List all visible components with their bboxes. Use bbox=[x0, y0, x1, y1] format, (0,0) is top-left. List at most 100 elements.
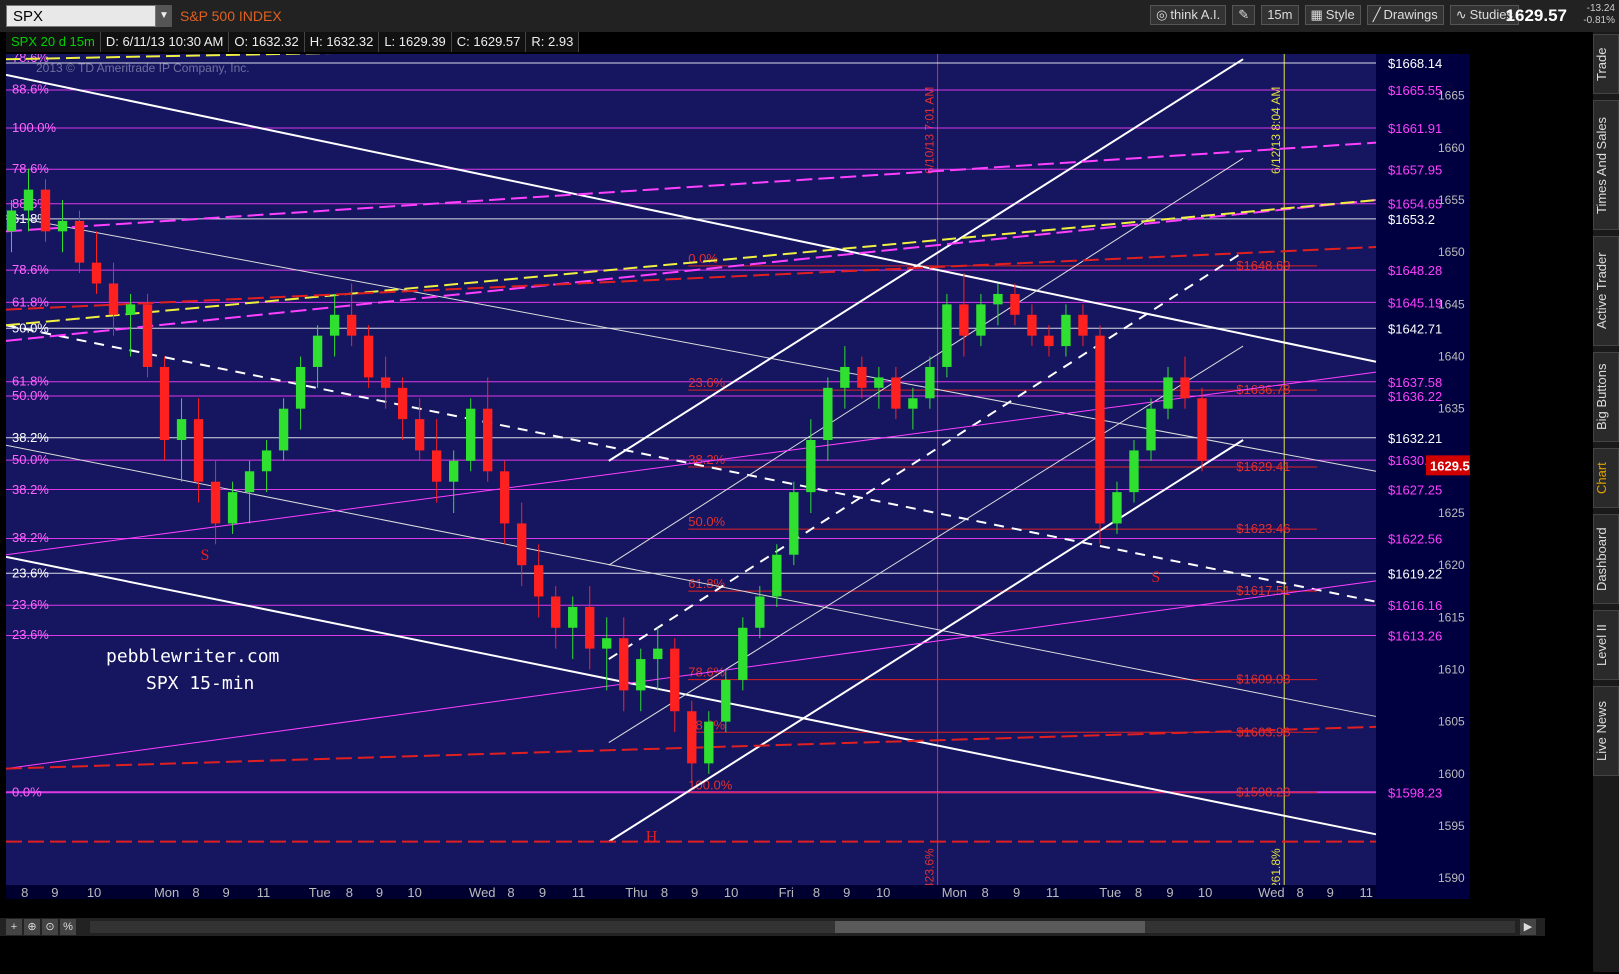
x-tick-label: 9 bbox=[222, 885, 229, 899]
scroll-track[interactable] bbox=[90, 921, 1515, 933]
scroll-right-icon[interactable]: ▶ bbox=[1520, 919, 1536, 935]
zoom-out-icon[interactable]: + bbox=[6, 919, 22, 935]
price-level-label: $1657.95 bbox=[1388, 162, 1442, 177]
tools-button[interactable]: ✎ bbox=[1232, 5, 1256, 25]
x-tick-label: 11 bbox=[257, 885, 271, 899]
pattern-label: H bbox=[646, 829, 658, 846]
fib-level-pct: 100.0% bbox=[688, 777, 733, 792]
ohlc-infobar: SPX 20 d 15m D: 6/11/13 10:30 AM O: 1632… bbox=[6, 32, 580, 52]
price-level-label: $1648.28 bbox=[1388, 263, 1442, 278]
candle-body bbox=[483, 408, 493, 472]
left-fib-label: 38.2% bbox=[12, 430, 49, 445]
candle-body bbox=[840, 366, 850, 388]
candle-body bbox=[23, 189, 34, 211]
sidetab-chart[interactable]: Chart bbox=[1593, 448, 1619, 508]
interval-button[interactable]: 15m bbox=[1261, 5, 1299, 25]
y-tick-label: 1645 bbox=[1438, 297, 1465, 311]
candle-body bbox=[1010, 293, 1020, 315]
candle-body bbox=[1112, 492, 1122, 524]
y-tick-label: 1640 bbox=[1438, 350, 1465, 364]
candle-body bbox=[108, 283, 119, 315]
x-tick-label: 9 bbox=[1166, 885, 1173, 899]
last-price: 1629.57 bbox=[1505, 6, 1567, 25]
x-tick-label: 9 bbox=[1327, 885, 1334, 899]
x-tick-label: Thu bbox=[625, 885, 647, 899]
symbol-dropdown-icon[interactable]: ▼ bbox=[156, 5, 172, 27]
percent-icon[interactable]: % bbox=[60, 919, 76, 935]
info-range: R: 2.93 bbox=[526, 32, 580, 52]
info-close: C: 1629.57 bbox=[452, 32, 527, 52]
sidetab-level-ii[interactable]: Level II bbox=[1593, 610, 1619, 680]
sidetab-trade[interactable]: Trade bbox=[1593, 34, 1619, 94]
sidetab-dashboard[interactable]: Dashboard bbox=[1593, 514, 1619, 604]
candle-body bbox=[704, 721, 714, 764]
candle-body bbox=[585, 606, 595, 649]
candle-body bbox=[244, 471, 255, 493]
candle-body bbox=[346, 314, 357, 336]
candle-body bbox=[363, 335, 374, 378]
price-level-label: $1632.21 bbox=[1388, 431, 1442, 446]
info-high: H: 1632.32 bbox=[305, 32, 380, 52]
chart-background bbox=[6, 54, 1470, 899]
pencil-icon: ╱ bbox=[1372, 7, 1381, 22]
y-tick-label: 1660 bbox=[1438, 141, 1465, 155]
x-tick-label: 8 bbox=[813, 885, 820, 899]
left-fib-label: 23.6% bbox=[12, 627, 49, 642]
y-tick-label: 1620 bbox=[1438, 558, 1465, 572]
copyright-text: 2013 © TD Ameritrade IP Company, Inc. bbox=[36, 61, 250, 75]
drawings-button[interactable]: ╱ Drawings bbox=[1366, 5, 1444, 25]
candle-body bbox=[823, 387, 833, 440]
pattern-label: S bbox=[201, 547, 210, 564]
x-tick-label: 11 bbox=[572, 885, 586, 899]
zoom-in-icon[interactable]: ⊕ bbox=[24, 919, 40, 935]
candle-body bbox=[721, 679, 731, 722]
candle-body bbox=[1163, 377, 1173, 409]
x-tick-label: 8 bbox=[507, 885, 514, 899]
price-chart[interactable]: 6/10/13 7:01 AM 423.6% 6/12/13 8:04 AM 261.… bbox=[5, 42, 1490, 900]
pattern-label: S bbox=[1151, 569, 1160, 586]
fib-level-pct: 0.0% bbox=[688, 251, 718, 266]
x-tick-label: Fri bbox=[779, 885, 794, 899]
candle-body bbox=[159, 366, 170, 440]
scroll-thumb[interactable] bbox=[835, 921, 1145, 933]
sidetab-times-and-sales[interactable]: Times And Sales bbox=[1593, 100, 1619, 230]
x-tick-label: 9 bbox=[1013, 885, 1020, 899]
candle-body bbox=[210, 481, 221, 524]
price-level-label: $1645.19 bbox=[1388, 295, 1442, 310]
candle-body bbox=[1061, 314, 1071, 347]
price-level-label: $1642.71 bbox=[1388, 321, 1442, 336]
candle-body bbox=[517, 523, 527, 566]
style-button[interactable]: ▦ Style bbox=[1304, 5, 1361, 25]
fib-level-price: $1598.23 bbox=[1236, 784, 1290, 799]
watermark-site: pebblewriter.com bbox=[106, 646, 279, 667]
x-tick-label: Mon bbox=[154, 885, 179, 899]
candle-body bbox=[670, 648, 680, 712]
x-tick-label: 10 bbox=[87, 885, 101, 899]
sidetab-big-buttons[interactable]: Big Buttons bbox=[1593, 352, 1619, 442]
y-tick-label: 1590 bbox=[1438, 871, 1465, 885]
candle-body bbox=[414, 419, 425, 451]
candle-body bbox=[619, 638, 629, 691]
y-tick-label: 1600 bbox=[1438, 767, 1465, 781]
left-fib-label: 38.2% bbox=[12, 530, 49, 545]
think-icon: ◎ bbox=[1156, 7, 1168, 22]
x-tick-label: Mon bbox=[942, 885, 967, 899]
candle-body bbox=[806, 439, 816, 493]
sidetab-active-trader[interactable]: Active Trader bbox=[1593, 236, 1619, 346]
candle-body bbox=[1095, 335, 1105, 524]
x-tick-label: 10 bbox=[876, 885, 890, 899]
candle-body bbox=[312, 335, 323, 367]
candle-body bbox=[397, 387, 408, 420]
vertical-marker-pct: 423.6% bbox=[923, 848, 937, 889]
price-level-label: $1619.22 bbox=[1388, 566, 1442, 581]
vertical-marker-label: 6/10/13 7:01 AM bbox=[923, 87, 937, 174]
chart-svg[interactable]: 6/10/13 7:01 AM 423.6% 6/12/13 8:04 AM 261.… bbox=[5, 42, 1490, 900]
info-symbol-period: SPX 20 d 15m bbox=[6, 32, 101, 52]
zoom-reset-icon[interactable]: ⊙ bbox=[42, 919, 58, 935]
x-tick-label: 8 bbox=[981, 885, 988, 899]
think-ai-button[interactable]: ◎ think A.I. bbox=[1150, 5, 1227, 25]
sidetab-live-news[interactable]: Live News bbox=[1593, 686, 1619, 776]
symbol-input[interactable]: SPX bbox=[6, 5, 156, 27]
left-fib-label: 50.0% bbox=[12, 388, 49, 403]
candle-body bbox=[687, 711, 697, 764]
